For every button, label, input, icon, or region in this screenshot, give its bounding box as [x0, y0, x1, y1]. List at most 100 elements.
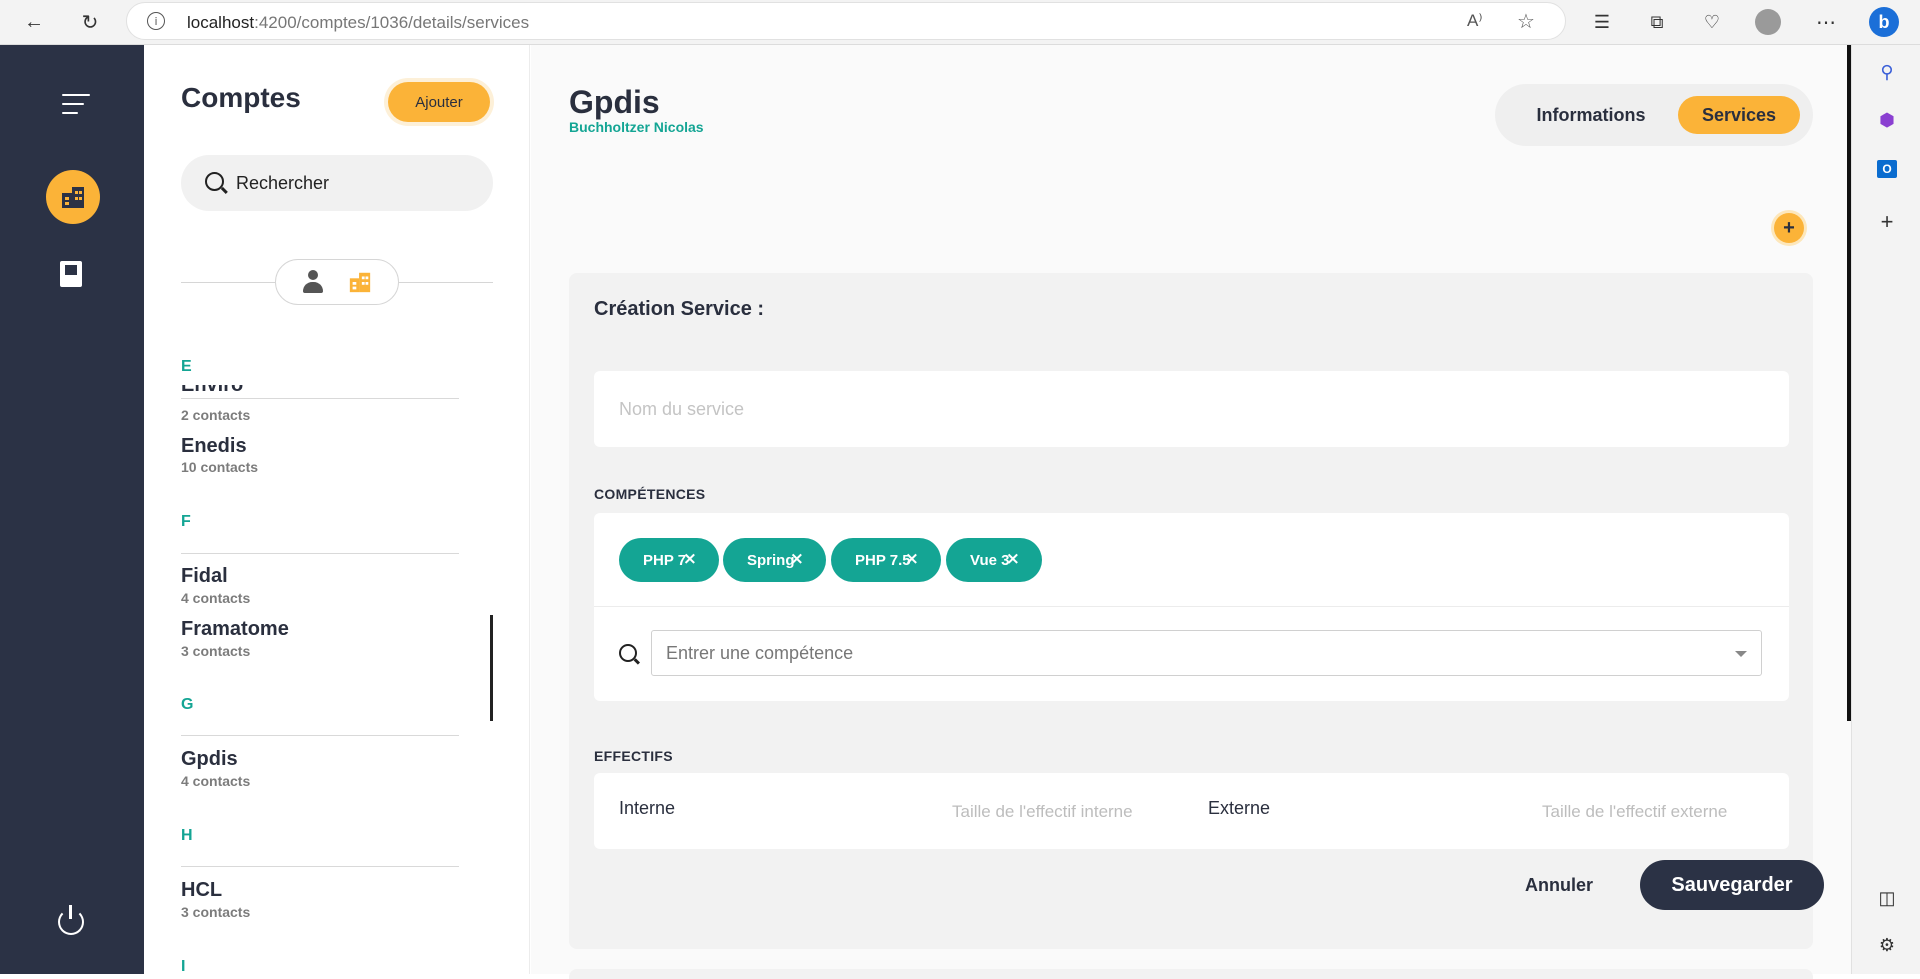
add-service-button[interactable]: +	[1774, 213, 1804, 243]
chevron-down-icon[interactable]	[1735, 651, 1747, 657]
search-icon[interactable]: ⚲	[1876, 61, 1898, 83]
skill-chip: PHP 7 ×	[619, 538, 719, 582]
list-item[interactable]: Enviro	[181, 385, 459, 405]
refresh-icon[interactable]: ↻	[74, 6, 106, 38]
skills-box: PHP 7 × Spring × PHP 7.5 × Vue 3 × Entrer une c…	[594, 513, 1789, 701]
read-aloud-icon[interactable]: A⁾	[1467, 11, 1483, 31]
staff-label: EFFECTIFS	[594, 748, 673, 764]
remove-chip-icon[interactable]: ×	[1006, 549, 1020, 569]
skill-chip-label: Spring	[747, 551, 795, 569]
more-icon[interactable]: ⋯	[1810, 6, 1842, 38]
skill-placeholder: Entrer une compétence	[666, 643, 854, 663]
search-placeholder: Rechercher	[236, 173, 330, 193]
accounts-list-panel: Comptes Ajouter Rechercher E Enviro 2 co…	[144, 45, 530, 975]
collections-icon[interactable]: ⧉	[1641, 6, 1673, 38]
bing-icon[interactable]: b	[1868, 6, 1900, 38]
building-icon[interactable]	[348, 270, 372, 294]
browser-toolbar: ← ↻ i localhost:4200/comptes/1036/detail…	[0, 0, 1920, 45]
edge-sidebar: ⚲ ⬢ O + ◫ ⚙	[1851, 45, 1920, 974]
service-form-card: Création Service : COMPÉTENCES PHP 7×Spr…	[569, 273, 1824, 949]
account-contacts: 4 contacts	[181, 773, 251, 789]
menu-icon[interactable]	[62, 94, 90, 121]
address-bar[interactable]: i localhost:4200/comptes/1036/details/se…	[126, 2, 1566, 40]
search-input[interactable]: Rechercher	[181, 155, 493, 211]
next-card	[569, 969, 1813, 979]
internal-staff-input[interactable]: Taille de l'effectif interne	[952, 802, 1133, 822]
divider	[181, 866, 459, 867]
cancel-button[interactable]: Annuler	[1514, 865, 1604, 905]
skills-label: COMPÉTENCES	[594, 486, 706, 502]
group-letter: F	[181, 513, 191, 530]
account-contacts: 3 contacts	[181, 643, 251, 659]
account-contacts: 10 contacts	[181, 459, 259, 475]
group-letter: G	[181, 696, 194, 713]
account-name[interactable]: Gpdis	[181, 748, 238, 771]
account-name[interactable]: Fidal	[181, 565, 228, 588]
url-path: :4200/comptes/1036/details/services	[254, 13, 530, 32]
account-owner: Buchholtzer Nicolas	[569, 119, 704, 135]
service-name-input[interactable]	[594, 371, 1789, 447]
account-name: Enviro	[181, 385, 244, 396]
internal-label: Interne	[619, 798, 676, 818]
tab-informations[interactable]: Informations	[1517, 96, 1665, 134]
group-letter: E	[181, 358, 192, 375]
view-toggle[interactable]	[275, 259, 399, 305]
external-label: Externe	[1208, 798, 1271, 818]
account-contacts: 4 contacts	[181, 590, 251, 606]
list-title: Comptes	[181, 82, 301, 113]
health-icon[interactable]: ♡	[1696, 6, 1728, 38]
divider	[181, 553, 459, 554]
remove-chip-icon[interactable]: ×	[683, 549, 697, 569]
account-name[interactable]: HCL	[181, 879, 222, 902]
tab-services[interactable]: Services	[1678, 96, 1800, 134]
account-name[interactable]: Framatome	[181, 618, 289, 641]
account-contacts: 2 contacts	[181, 407, 251, 423]
main-content: Gpdis Buchholtzer Nicolas Informations S…	[531, 45, 1851, 979]
url-text: localhost:4200/comptes/1036/details/serv…	[187, 13, 529, 33]
group-letter: H	[181, 827, 193, 844]
plus-icon: +	[1783, 217, 1795, 239]
back-icon[interactable]: ←	[18, 6, 50, 38]
site-info-icon[interactable]: i	[147, 12, 165, 30]
url-host: localhost	[187, 13, 255, 32]
skill-select[interactable]: Entrer une compétence	[651, 630, 1762, 676]
form-title: Création Service :	[594, 298, 765, 320]
external-staff-input[interactable]: Taille de l'effectif externe	[1542, 802, 1727, 822]
group-letter: I	[181, 958, 186, 975]
divider	[594, 606, 1789, 607]
skill-chip: Vue 3 ×	[946, 538, 1042, 582]
contacts-book-icon[interactable]	[60, 261, 82, 287]
nav-rail	[0, 45, 144, 974]
tab-bar: Informations Services	[1495, 84, 1813, 146]
building-icon	[62, 187, 84, 208]
add-account-button[interactable]: Ajouter	[388, 82, 490, 122]
person-icon[interactable]	[302, 270, 324, 294]
divider	[181, 398, 459, 399]
save-button[interactable]: Sauvegarder	[1640, 860, 1824, 910]
list-scrollbar[interactable]	[490, 615, 493, 721]
main-scrollbar[interactable]	[1847, 45, 1851, 721]
skill-chip-label: PHP 7	[643, 551, 687, 569]
staff-box: Interne Taille de l'effectif interne Ext…	[594, 773, 1789, 849]
add-icon[interactable]: +	[1876, 209, 1898, 234]
remove-chip-icon[interactable]: ×	[905, 549, 919, 569]
outlook-icon[interactable]: O	[1876, 158, 1898, 180]
favorites-icon[interactable]: ☰	[1586, 6, 1618, 38]
skill-chip: PHP 7.5 ×	[831, 538, 941, 582]
profile-avatar-icon[interactable]	[1752, 6, 1784, 38]
nav-accounts-button[interactable]	[46, 170, 100, 224]
favorite-star-icon[interactable]: ☆	[1517, 9, 1535, 34]
skill-chip-label: Vue 3	[970, 551, 1010, 569]
power-icon[interactable]	[58, 905, 84, 935]
search-icon	[619, 644, 637, 662]
skill-chip-label: PHP 7.5	[855, 551, 911, 569]
split-screen-icon[interactable]: ◫	[1876, 887, 1898, 909]
divider	[181, 735, 459, 736]
copilot-icon[interactable]: ⬢	[1876, 109, 1898, 131]
page-title: Gpdis	[569, 84, 660, 120]
skill-chip: Spring ×	[723, 538, 826, 582]
search-icon	[205, 172, 224, 191]
account-name[interactable]: Enedis	[181, 435, 247, 458]
remove-chip-icon[interactable]: ×	[790, 549, 804, 569]
settings-gear-icon[interactable]: ⚙	[1876, 934, 1898, 956]
